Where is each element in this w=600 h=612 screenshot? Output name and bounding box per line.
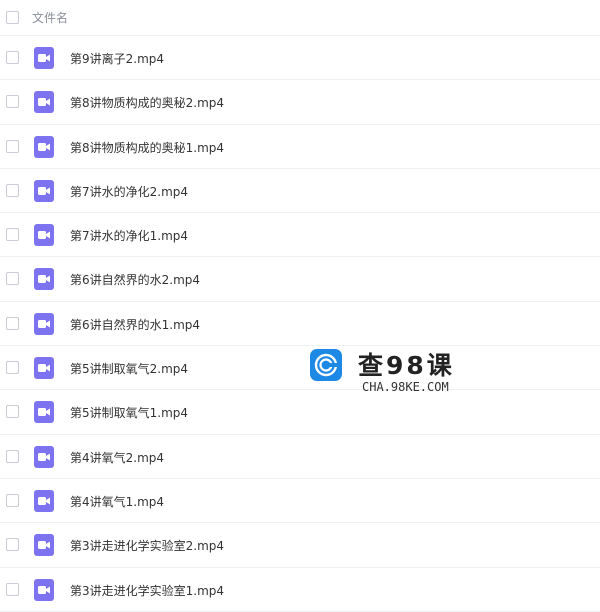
- cha98ke-logo-icon: [310, 349, 342, 381]
- file-row[interactable]: 第7讲水的净化2.mp4: [0, 169, 600, 214]
- file-name-link[interactable]: 第3讲走进化学实验室2.mp4: [70, 537, 224, 554]
- video-file-icon: [34, 268, 54, 291]
- file-name-link[interactable]: 第8讲物质构成的奥秘2.mp4: [70, 94, 224, 111]
- file-row[interactable]: 第5讲制取氧气1.mp4: [0, 390, 600, 435]
- file-name-link[interactable]: 第6讲自然界的水1.mp4: [70, 316, 200, 333]
- file-row[interactable]: 第5讲制取氧气2.mp4: [0, 346, 600, 391]
- watermark: 查98课 CHA.98KE.COM: [310, 346, 490, 398]
- file-row[interactable]: 第6讲自然界的水2.mp4: [0, 257, 600, 302]
- file-checkbox[interactable]: [6, 272, 19, 286]
- video-file-icon: [34, 357, 54, 380]
- file-name-link[interactable]: 第8讲物质构成的奥秘1.mp4: [70, 139, 224, 156]
- file-checkbox[interactable]: [6, 405, 19, 419]
- video-file-icon: [34, 489, 54, 512]
- file-checkbox[interactable]: [6, 493, 19, 507]
- file-checkbox[interactable]: [6, 95, 19, 109]
- video-file-icon: [34, 179, 54, 202]
- watermark-title: 查98课: [358, 351, 455, 380]
- video-file-icon: [34, 135, 54, 158]
- file-row[interactable]: 第7讲水的净化1.mp4: [0, 213, 600, 258]
- file-row[interactable]: 第4讲氧气1.mp4: [0, 479, 600, 524]
- file-checkbox[interactable]: [6, 361, 19, 375]
- file-name-link[interactable]: 第4讲氧气2.mp4: [70, 449, 164, 466]
- video-file-icon: [34, 401, 54, 424]
- file-row[interactable]: 第8讲物质构成的奥秘2.mp4: [0, 80, 600, 125]
- video-file-icon: [34, 224, 54, 247]
- video-file-icon: [34, 312, 54, 335]
- file-name-link[interactable]: 第7讲水的净化1.mp4: [70, 227, 188, 244]
- filename-column-header[interactable]: 文件名: [32, 9, 68, 26]
- video-file-icon: [34, 445, 54, 468]
- video-file-icon: [34, 47, 54, 69]
- file-checkbox[interactable]: [6, 449, 19, 463]
- file-checkbox[interactable]: [6, 51, 19, 64]
- file-row[interactable]: 第9讲离子2.mp4: [0, 36, 600, 81]
- select-all-checkbox[interactable]: [6, 11, 19, 24]
- file-checkbox[interactable]: [6, 538, 19, 552]
- file-checkbox[interactable]: [6, 183, 19, 197]
- file-checkbox[interactable]: [6, 316, 19, 330]
- file-row[interactable]: 第3讲走进化学实验室1.mp4: [0, 568, 600, 612]
- file-name-link[interactable]: 第5讲制取氧气1.mp4: [70, 404, 188, 421]
- video-file-icon: [34, 91, 54, 114]
- file-checkbox[interactable]: [6, 582, 19, 596]
- file-name-link[interactable]: 第3讲走进化学实验室1.mp4: [70, 582, 224, 599]
- file-row[interactable]: 第6讲自然界的水1.mp4: [0, 302, 600, 347]
- file-checkbox[interactable]: [6, 139, 19, 153]
- video-file-icon: [34, 578, 54, 601]
- file-list: 第9讲离子2.mp4 第8讲物质构成的奥秘2.mp4 第8讲物质构成的奥秘1.mp4…: [0, 36, 600, 612]
- file-checkbox[interactable]: [6, 228, 19, 242]
- file-name-link[interactable]: 第6讲自然界的水2.mp4: [70, 271, 200, 288]
- file-row[interactable]: 第8讲物质构成的奥秘1.mp4: [0, 125, 600, 169]
- file-name-link[interactable]: 第7讲水的净化2.mp4: [70, 183, 188, 200]
- file-row[interactable]: 第3讲走进化学实验室2.mp4: [0, 523, 600, 568]
- file-list-header: 文件名: [0, 0, 600, 36]
- file-name-link[interactable]: 第5讲制取氧气2.mp4: [70, 360, 188, 377]
- file-name-link[interactable]: 第4讲氧气1.mp4: [70, 493, 164, 510]
- file-row[interactable]: 第4讲氧气2.mp4: [0, 435, 600, 479]
- video-file-icon: [34, 534, 54, 557]
- file-name-link[interactable]: 第9讲离子2.mp4: [70, 50, 164, 67]
- watermark-url: CHA.98KE.COM: [362, 380, 449, 394]
